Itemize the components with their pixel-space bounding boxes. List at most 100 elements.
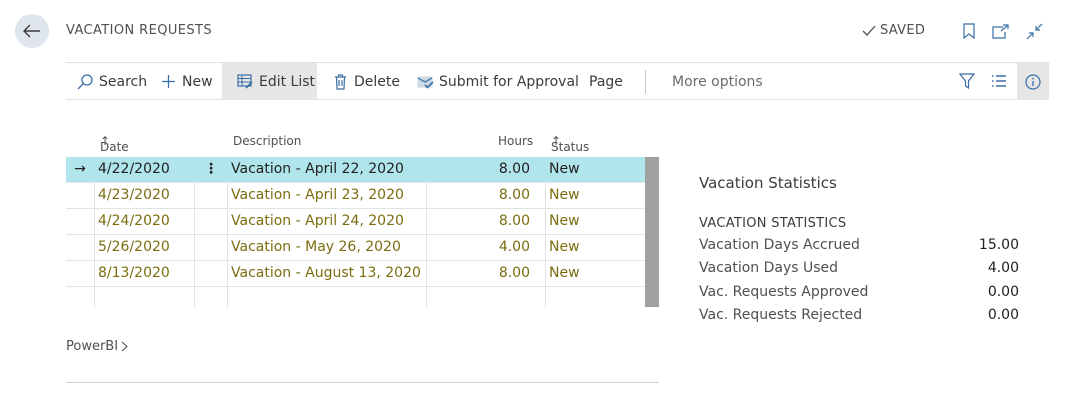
filter-icon [959,73,975,89]
stat-label: Vacation Days Accrued [699,237,860,253]
collapse-icon [1026,23,1042,39]
row-selector [66,261,94,286]
powerbi-expander[interactable]: PowerBI [66,339,128,354]
trash-icon [331,73,349,91]
table-row[interactable]: 4/24/2020 Vacation - April 24, 2020 8.00… [66,209,645,235]
new-empty-row[interactable] [66,287,645,308]
table-row[interactable]: 5/26/2020 Vacation - May 26, 2020 4.00 N… [66,235,645,261]
cell-date[interactable] [94,287,194,308]
cell-description[interactable]: Vacation - May 26, 2020 [227,235,426,260]
page-title: VACATION REQUESTS [66,23,213,38]
cell-description[interactable]: Vacation - August 13, 2020 [227,261,426,286]
edit-list-button[interactable]: Edit List [222,63,317,100]
saved-label: SAVED [880,23,926,38]
info-pane-button[interactable] [1017,63,1049,100]
col-header-hours[interactable]: Hours [498,134,533,148]
more-options-label: More options [672,73,763,90]
bookmark-button[interactable] [960,22,978,40]
stat-value[interactable]: 0.00 [988,307,1019,323]
cell-hours[interactable] [426,287,545,308]
vacation-requests-list: Date ↑ Description Hours Status ↑ → 4/22… [66,128,660,308]
list-view-icon [992,75,1006,87]
page-menu-label: Page [589,73,623,90]
cell-status[interactable]: New [545,157,645,182]
cell-hours[interactable]: 4.00 [426,235,545,260]
cell-status[interactable]: New [545,261,645,286]
col-header-description[interactable]: Description [233,134,301,148]
search-button[interactable]: Search [76,63,147,100]
list-view-button[interactable] [990,72,1008,90]
cell-description[interactable]: Vacation - April 23, 2020 [227,183,426,208]
delete-label: Delete [354,73,400,90]
cell-date[interactable]: 4/24/2020 [94,209,194,234]
row-arrow-icon: → [74,161,86,177]
table-row[interactable]: 8/13/2020 Vacation - August 13, 2020 8.0… [66,261,645,287]
page-menu-button[interactable]: Page [589,63,623,100]
open-new-window-button[interactable] [991,22,1009,40]
row-selector [66,183,94,208]
col-header-status[interactable]: Status ↑ [551,134,589,154]
cell-date[interactable]: 5/26/2020 [94,235,194,260]
action-toolbar: Search New Edit List Delete Submit for A… [66,62,1049,100]
edit-list-label: Edit List [259,73,316,90]
cell-status[interactable]: New [545,209,645,234]
cell-description[interactable]: Vacation - April 24, 2020 [227,209,426,234]
col-header-date[interactable]: Date ↑ [100,134,129,154]
more-options-button[interactable]: More options [672,63,763,100]
table-row[interactable]: 4/23/2020 Vacation - April 23, 2020 8.00… [66,183,645,209]
table-row[interactable]: → 4/22/2020 ⋮ Vacation - April 22, 2020 … [66,157,645,183]
submit-approval-button[interactable]: Submit for Approval [416,63,579,100]
grid-header: Date ↑ Description Hours Status ↑ [66,128,660,157]
cell-date[interactable]: 8/13/2020 [94,261,194,286]
row-selector [66,235,94,260]
submit-approval-label: Submit for Approval [439,73,579,90]
cell-hours[interactable]: 8.00 [426,209,545,234]
stat-label: Vac. Requests Rejected [699,306,863,323]
collapse-button[interactable] [1025,22,1043,40]
submit-approval-icon [416,73,434,91]
cell-date[interactable]: 4/23/2020 [94,183,194,208]
factbox-subtitle: VACATION STATISTICS [699,216,847,231]
stat-value[interactable]: 0.00 [988,284,1019,300]
cell-hours[interactable]: 8.00 [426,261,545,286]
cell-hours[interactable]: 8.00 [426,157,545,182]
stat-value[interactable]: 15.00 [979,237,1019,253]
cell-description[interactable] [227,287,426,308]
row-menu-cell[interactable] [194,261,227,286]
back-button[interactable] [15,14,49,48]
stat-value[interactable]: 4.00 [988,260,1019,276]
checkmark-icon [862,25,876,36]
row-selector [66,287,94,308]
row-menu-cell[interactable] [194,235,227,260]
row-menu-cell[interactable] [194,209,227,234]
row-menu-icon[interactable]: ⋮ [194,157,227,182]
filter-button[interactable] [958,72,976,90]
new-button[interactable]: New [159,63,213,100]
row-menu-cell[interactable] [194,183,227,208]
bookmark-icon [963,23,975,39]
info-icon [1025,73,1041,90]
cell-status[interactable]: New [545,183,645,208]
powerbi-label: PowerBI [66,339,119,354]
cell-description[interactable]: Vacation - April 22, 2020 [227,157,426,182]
new-label: New [182,73,213,90]
cell-hours[interactable]: 8.00 [426,183,545,208]
stat-label: Vac. Requests Approved [699,283,869,300]
section-divider [66,382,659,383]
search-icon [76,73,94,91]
toolbar-separator [645,70,646,94]
cell-status[interactable] [545,287,645,308]
row-selector [66,209,94,234]
cell-status[interactable]: New [545,235,645,260]
cell-date[interactable]: 4/22/2020 [94,157,194,182]
chevron-right-icon [121,341,128,352]
edit-list-icon [236,73,254,91]
stat-label: Vacation Days Used [699,260,839,277]
stat-row: Vac. Requests Rejected 0.00 [699,303,1019,326]
delete-button[interactable]: Delete [331,63,400,100]
grid-scrollbar[interactable] [645,157,659,307]
stat-row: Vacation Days Used 4.00 [699,256,1019,279]
row-menu-cell[interactable] [194,287,227,308]
stat-row: Vacation Days Accrued 15.00 [699,233,1019,256]
saved-status: SAVED [862,23,925,38]
